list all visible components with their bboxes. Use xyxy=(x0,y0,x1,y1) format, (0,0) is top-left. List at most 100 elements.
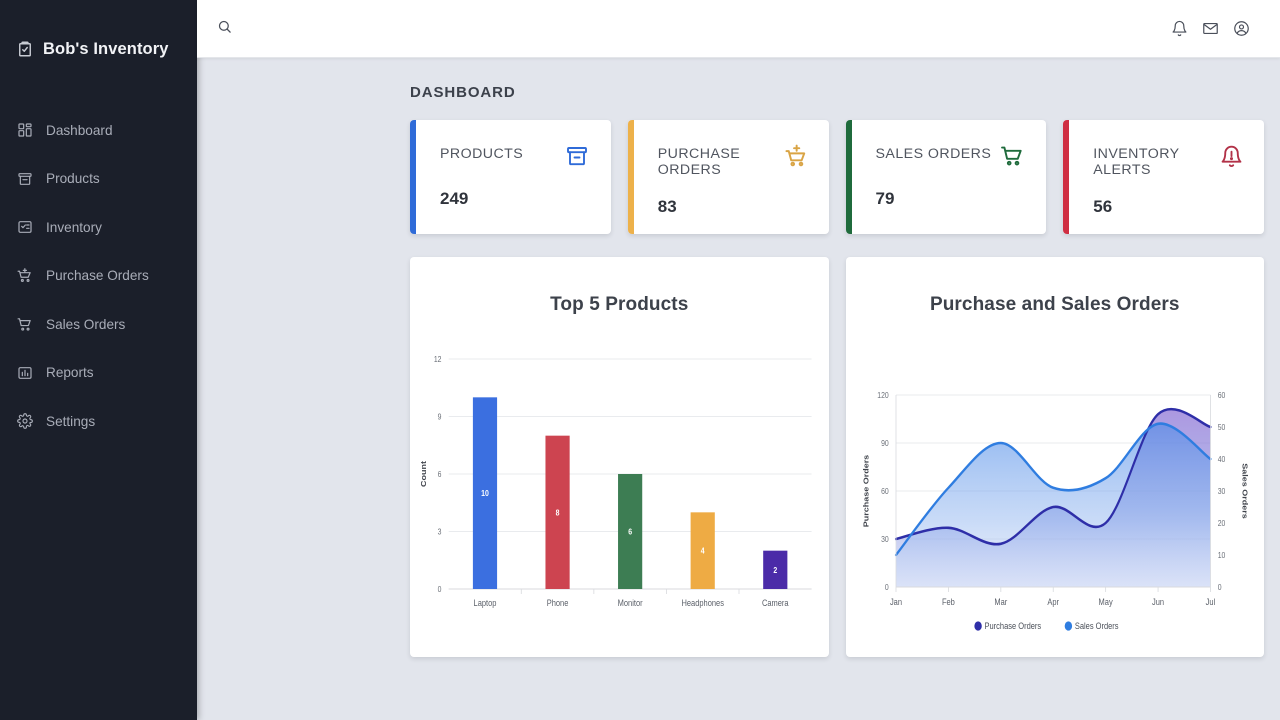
card-label: INVENTORY ALERTS xyxy=(1093,142,1219,178)
sidebar-item-dashboard[interactable]: Dashboard xyxy=(0,106,197,155)
search-icon[interactable] xyxy=(217,19,232,39)
right-y-tick-label: 0 xyxy=(1217,582,1221,592)
notifications-bell-icon[interactable] xyxy=(1171,20,1188,37)
area-chart: 0306090120 0102030405060 Purchase Orders… xyxy=(846,319,1265,657)
y-tick-label: 9 xyxy=(438,412,442,422)
left-y-tick-label: 60 xyxy=(881,486,889,496)
left-y-tick-label: 90 xyxy=(881,438,889,448)
stat-card-purchase-orders[interactable]: PURCHASE ORDERS 83 xyxy=(628,120,829,234)
chart-title: Top 5 Products xyxy=(410,257,829,316)
right-y-tick-label: 50 xyxy=(1217,422,1225,432)
sidebar-item-settings[interactable]: Settings xyxy=(0,397,197,446)
shopping-cart-icon xyxy=(16,316,33,333)
sidebar-item-purchase-orders[interactable]: Purchase Orders xyxy=(0,252,197,301)
area-left-axis-label: Purchase Orders xyxy=(862,454,870,527)
sidebar-item-label: Reports xyxy=(46,365,94,380)
stat-card-row: PRODUCTS 249 xyxy=(197,120,1280,234)
area-right-tick-labels: 0102030405060 xyxy=(1217,390,1225,592)
archive-box-icon xyxy=(563,142,591,170)
main-area: DASHBOARD PRODUCTS xyxy=(197,0,1280,720)
sidebar-item-sales-orders[interactable]: Sales Orders xyxy=(0,300,197,349)
dashboard-grid-icon xyxy=(16,122,33,139)
card-value: 56 xyxy=(1093,197,1244,217)
sidebar-item-products[interactable]: Products xyxy=(0,155,197,204)
bar-y-tick-labels: 036912 xyxy=(434,354,442,594)
area-fill xyxy=(895,424,1209,587)
clipboard-check-icon xyxy=(16,40,34,58)
x-label: Jan xyxy=(889,596,901,607)
stat-card-products[interactable]: PRODUCTS 249 xyxy=(410,120,611,234)
left-y-tick-label: 0 xyxy=(884,582,888,592)
legend-label[interactable]: Sales Orders xyxy=(1074,620,1118,631)
area-legend: Purchase Orders Sales Orders xyxy=(974,620,1118,631)
sidebar: Bob's Inventory Dashboard xyxy=(0,0,197,720)
bar-category-labels: LaptopPhoneMonitorHeadphonesCamera xyxy=(474,597,789,608)
app-root: Bob's Inventory Dashboard xyxy=(0,0,1280,720)
category-label: Laptop xyxy=(474,597,497,608)
y-tick-label: 12 xyxy=(434,354,442,364)
archive-box-icon xyxy=(16,170,33,187)
mail-envelope-icon[interactable] xyxy=(1202,20,1219,37)
legend-swatch[interactable] xyxy=(974,621,981,630)
x-label: Feb xyxy=(941,596,954,607)
cart-plus-icon xyxy=(783,142,809,170)
sidebar-item-label: Inventory xyxy=(46,220,102,235)
right-y-tick-label: 30 xyxy=(1217,486,1225,496)
panel-top-products: Top 5 Products 036912 Count 108642 Lapto… xyxy=(410,257,829,657)
category-label: Headphones xyxy=(681,597,723,608)
card-label: PRODUCTS xyxy=(440,142,523,162)
bar-value-label: 8 xyxy=(556,508,560,518)
bar-value-label: 4 xyxy=(701,546,705,556)
card-label: PURCHASE ORDERS xyxy=(658,142,783,178)
left-y-tick-label: 120 xyxy=(877,390,888,400)
card-label: SALES ORDERS xyxy=(876,142,992,162)
alert-bell-icon xyxy=(1219,142,1244,170)
bar-chart-icon xyxy=(16,364,33,381)
y-tick-label: 6 xyxy=(438,469,442,479)
bar-chart-svg: 036912 Count 108642 LaptopPhoneMonitorHe… xyxy=(410,319,829,657)
y-tick-label: 0 xyxy=(438,584,442,594)
checklist-icon xyxy=(16,219,33,236)
topbar xyxy=(197,0,1280,58)
left-y-tick-label: 30 xyxy=(881,534,889,544)
cart-plus-icon xyxy=(16,267,33,284)
legend-label[interactable]: Purchase Orders xyxy=(984,620,1041,631)
sidebar-item-label: Purchase Orders xyxy=(46,268,149,283)
bar-y-axis-label: Count xyxy=(420,461,428,487)
card-body: SALES ORDERS 79 xyxy=(852,120,1047,234)
shopping-cart-icon xyxy=(998,142,1026,170)
account-circle-icon[interactable] xyxy=(1233,20,1250,37)
area-x-labels: JanFebMarAprMayJunJul xyxy=(889,587,1214,607)
search-container xyxy=(217,17,1171,40)
card-value: 83 xyxy=(658,197,809,217)
right-y-tick-label: 40 xyxy=(1217,454,1225,464)
sidebar-item-label: Dashboard xyxy=(46,123,113,138)
bar-series xyxy=(473,397,787,594)
right-y-tick-label: 60 xyxy=(1217,390,1225,400)
search-input[interactable] xyxy=(240,17,460,40)
sidebar-item-reports[interactable]: Reports xyxy=(0,349,197,398)
topbar-icon-group xyxy=(1171,20,1250,37)
x-label: Apr xyxy=(1047,596,1059,607)
bar-value-label: 6 xyxy=(628,527,632,537)
sidebar-item-label: Settings xyxy=(46,414,95,429)
right-y-tick-label: 20 xyxy=(1217,518,1225,528)
card-body: PURCHASE ORDERS 83 xyxy=(634,120,829,234)
gear-icon xyxy=(16,413,33,430)
area-fills xyxy=(895,409,1209,587)
category-label: Phone xyxy=(547,597,569,608)
brand[interactable]: Bob's Inventory xyxy=(0,0,197,70)
bar-value-label: 10 xyxy=(481,488,489,498)
sidebar-item-inventory[interactable]: Inventory xyxy=(0,203,197,252)
brand-title: Bob's Inventory xyxy=(43,40,169,59)
x-label: Jul xyxy=(1205,596,1215,607)
area-right-axis-label: Sales Orders xyxy=(1240,463,1248,519)
area-chart-svg: 0306090120 0102030405060 Purchase Orders… xyxy=(846,319,1265,657)
stat-card-sales-orders[interactable]: SALES ORDERS 79 xyxy=(846,120,1047,234)
legend-swatch[interactable] xyxy=(1064,621,1071,630)
category-label: Camera xyxy=(762,597,789,608)
dashboard-content: DASHBOARD PRODUCTS xyxy=(197,58,1280,720)
stat-card-inventory-alerts[interactable]: INVENTORY ALERTS 56 xyxy=(1063,120,1264,234)
bar-value-label: 2 xyxy=(773,565,777,575)
area-left-tick-labels: 0 30 60 90 120 xyxy=(877,390,888,592)
